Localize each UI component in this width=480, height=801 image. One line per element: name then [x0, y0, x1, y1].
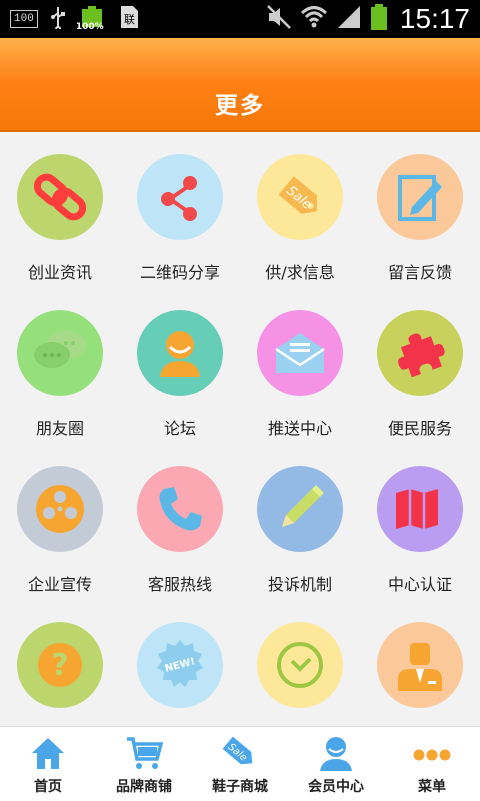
nav-brand-stores[interactable]: 品牌商铺	[96, 727, 192, 801]
signal-icon	[336, 4, 362, 34]
share-icon	[137, 154, 223, 240]
nav-label: 鞋子商城	[212, 779, 268, 795]
phone-icon	[137, 466, 223, 552]
battery-icon	[370, 3, 388, 35]
grid-item-label: 推送中心	[267, 419, 332, 438]
grid-item-feedback[interactable]: 留言反馈	[360, 132, 480, 288]
status-right: 15:17	[266, 3, 470, 35]
grid-item-label: 供/求信息	[265, 263, 335, 282]
header-bar: 更多	[0, 38, 480, 132]
link-icon	[17, 154, 103, 240]
member-icon	[316, 733, 356, 773]
nav-member-center[interactable]: 会员中心	[288, 727, 384, 801]
new-badge-icon: NEW!	[137, 622, 223, 708]
grid-item-center-cert[interactable]: 中心认证	[360, 444, 480, 600]
grid-item-new[interactable]: NEW!	[120, 600, 240, 726]
grid-item-business[interactable]	[360, 600, 480, 726]
grid-item-push-center[interactable]: 推送中心	[240, 288, 360, 444]
mute-icon	[266, 4, 292, 34]
battery-charge-icon: 100%	[75, 5, 106, 33]
page-title: 更多	[215, 93, 265, 119]
question-icon: ?	[17, 622, 103, 708]
grid-item-service-hotline[interactable]: 客服热线	[120, 444, 240, 600]
menu-dots-icon	[412, 733, 452, 773]
grid-item-label: 朋友圈	[35, 419, 84, 438]
sale-tag-icon: Sale	[220, 733, 260, 773]
envelope-icon	[257, 310, 343, 396]
grid-item-label: 企业宣传	[27, 575, 92, 594]
chat-bubbles-icon	[17, 310, 103, 396]
edit-note-icon	[377, 154, 463, 240]
grid-item-qr-share[interactable]: 二维码分享	[120, 132, 240, 288]
grid-item-label: 二维码分享	[139, 263, 220, 282]
battery-badge: 100	[10, 10, 38, 28]
grid-item-label: 中心认证	[387, 575, 452, 594]
grid-item-label: 客服热线	[147, 575, 212, 594]
cart-icon	[124, 733, 164, 773]
grid-item-supply-demand[interactable]: Sale 供/求信息	[240, 132, 360, 288]
nav-label: 菜单	[418, 779, 446, 795]
nav-label: 品牌商铺	[116, 779, 172, 795]
clock-icon	[257, 622, 343, 708]
film-reel-icon	[17, 466, 103, 552]
nav-shoe-mall[interactable]: Sale 鞋子商城	[192, 727, 288, 801]
usb-icon	[50, 5, 66, 33]
status-bar: 100 100% 联 15:17	[0, 0, 480, 38]
bottom-nav: 首页 品牌商铺 Sale 鞋子商城 会员中心 菜单	[0, 726, 480, 801]
grid-item-convenience[interactable]: 便民服务	[360, 288, 480, 444]
grid-item-label: 留言反馈	[387, 263, 452, 282]
grid-item-friends[interactable]: 朋友圈	[0, 288, 120, 444]
grid-item-forum[interactable]: 论坛	[120, 288, 240, 444]
feature-grid: 创业资讯 二维码分享 Sale 供/求信息 留言反馈 朋友圈 论坛 推送中心 便…	[0, 132, 480, 726]
wifi-icon	[300, 4, 328, 34]
grid-item-clock[interactable]	[240, 600, 360, 726]
svg-text:联: 联	[124, 13, 135, 26]
battery-percent-label: 100%	[75, 22, 104, 32]
map-icon	[377, 466, 463, 552]
sale-tag-icon: Sale	[257, 154, 343, 240]
user-headset-icon	[137, 310, 223, 396]
status-left: 100 100% 联	[10, 5, 140, 33]
nav-home[interactable]: 首页	[0, 727, 96, 801]
businessman-icon	[377, 622, 463, 708]
nav-label: 首页	[34, 779, 62, 795]
grid-item-corporate-promo[interactable]: 企业宣传	[0, 444, 120, 600]
nav-menu[interactable]: 菜单	[384, 727, 480, 801]
sim-card-icon: 联	[118, 4, 140, 34]
clock: 15:17	[399, 3, 470, 34]
grid-item-help[interactable]: ?	[0, 600, 120, 726]
pencil-icon	[257, 466, 343, 552]
grid-item-label: 便民服务	[387, 419, 452, 438]
home-icon	[28, 733, 68, 773]
grid-item-label: 投诉机制	[267, 575, 332, 594]
grid-item-label: 论坛	[163, 419, 196, 438]
grid-item-complaints[interactable]: 投诉机制	[240, 444, 360, 600]
nav-label: 会员中心	[308, 779, 364, 795]
grid-item-startup-news[interactable]: 创业资讯	[0, 132, 120, 288]
svg-text:?: ?	[51, 648, 68, 683]
grid-item-label: 创业资讯	[27, 263, 92, 282]
puzzle-icon	[377, 310, 463, 396]
